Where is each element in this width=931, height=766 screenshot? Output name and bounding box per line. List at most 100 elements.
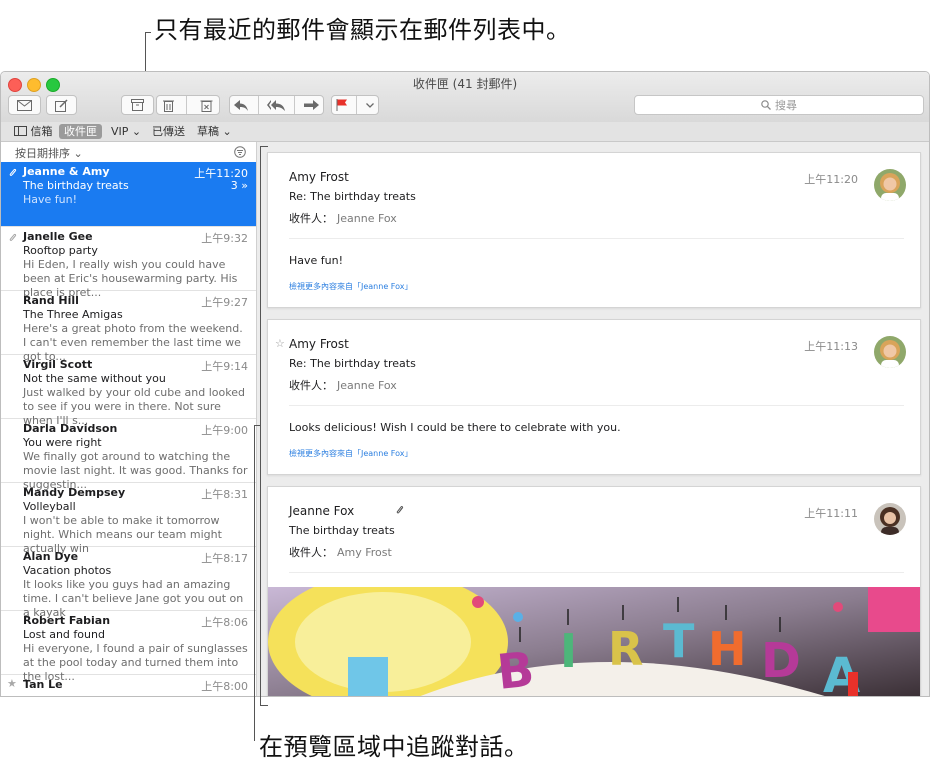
bracket-mid-tick <box>254 425 261 426</box>
conversation-recipient: 收件人： Amy Frost <box>289 544 392 560</box>
conversation-time: 上午11:11 <box>804 507 858 520</box>
fav-mailboxes[interactable]: 信箱 <box>9 124 58 139</box>
recipient-name: Jeanne Fox <box>337 212 397 225</box>
window-title: 收件匣 (41 封郵件) <box>412 77 518 91</box>
fav-vip[interactable]: VIP ⌄ <box>106 124 146 139</box>
message-subject: Not the same without you <box>23 372 166 385</box>
fav-sent[interactable]: 已傳送 <box>147 124 190 139</box>
sidebar-icon <box>14 126 27 136</box>
reply-icon[interactable] <box>234 99 249 111</box>
message-subject: Volleyball <box>23 500 76 513</box>
message-sender: Janelle Gee <box>23 230 93 243</box>
list-item[interactable]: Robert Fabian 上午8:06 Lost and found Hi e… <box>1 611 256 683</box>
fav-drafts-label: 草稿 <box>197 125 219 138</box>
list-item[interactable]: Darla Davidson 上午9:00 You were right We … <box>1 419 256 491</box>
reply-all-icon[interactable] <box>266 99 286 111</box>
conversation-message[interactable]: ☆ Amy Frost Re: The birthday treats 收件人：… <box>267 319 921 475</box>
list-item[interactable]: Jeanne & Amy 上午11:20 The birthday treats… <box>1 162 256 227</box>
list-item[interactable]: Janelle Gee 上午9:32 Rooftop party Hi Eden… <box>1 227 256 299</box>
conversation-body: Looks delicious! Wish I could be there t… <box>289 421 621 434</box>
list-item[interactable]: Virgil Scott 上午9:14 Not the same without… <box>1 355 256 427</box>
sort-menu[interactable]: 按日期排序 ⌄ <box>15 145 83 161</box>
list-item[interactable]: Rand Hill 上午9:27 The Three Amigas Here's… <box>1 291 256 363</box>
thread-count-badge: 3 » <box>230 179 248 192</box>
svg-text:T: T <box>663 614 695 668</box>
message-subject: Lost and found <box>23 628 105 641</box>
chevron-down-icon: ⌄ <box>222 125 232 138</box>
conversation-subject: Re: The birthday treats <box>289 190 416 203</box>
star-icon[interactable]: ☆ <box>275 337 285 350</box>
search-placeholder: 搜尋 <box>775 99 797 112</box>
view-more-link[interactable]: 檢視更多內容來自「Jeanne Fox」 <box>289 448 413 459</box>
fav-mailboxes-label: 信箱 <box>30 125 53 138</box>
title-bar: 收件匣 (41 封郵件) 搜尋 <box>1 72 929 123</box>
list-item[interactable]: ★ Tan Le 上午8:00 <box>1 675 256 696</box>
fav-inbox[interactable]: 收件匣 <box>59 124 102 139</box>
message-sender: Alan Dye <box>23 550 79 563</box>
paperclip-icon <box>396 506 404 514</box>
chevron-down-icon: ⌄ <box>73 147 83 160</box>
message-subject: You were right <box>23 436 102 449</box>
flag-button[interactable] <box>331 95 379 115</box>
avatar <box>874 169 906 201</box>
view-more-link[interactable]: 檢視更多內容來自「Jeanne Fox」 <box>289 281 413 292</box>
chevron-down-icon: ⌄ <box>131 125 142 138</box>
to-label: 收件人： <box>289 379 333 392</box>
recipient-name: Amy Frost <box>337 546 392 559</box>
chevron-down-icon <box>365 102 374 108</box>
avatar <box>874 503 906 535</box>
conversation-pane: Amy Frost Re: The birthday treats 收件人： Je… <box>257 142 929 696</box>
message-sender: Rand Hill <box>23 294 79 307</box>
search-field[interactable]: 搜尋 <box>634 95 924 115</box>
mail-window: 收件匣 (41 封郵件) 搜尋 信箱 收件匣 VIP ⌄ 已傳送 草稿 ⌄ 按日… <box>0 71 930 697</box>
conversation-message[interactable]: Jeanne Fox The birthday treats 收件人： Amy F… <box>267 486 921 696</box>
sort-label: 按日期排序 <box>15 147 70 160</box>
conversation-message[interactable]: Amy Frost Re: The birthday treats 收件人： Je… <box>267 152 921 308</box>
trash-junk-group <box>156 95 220 115</box>
segment-divider <box>257 96 259 114</box>
junk-icon[interactable] <box>200 99 213 112</box>
list-item[interactable]: Mandy Dempsey 上午8:31 Volleyball I won't … <box>1 483 256 555</box>
get-mail-button[interactable] <box>8 95 41 115</box>
favorites-bar: 信箱 收件匣 VIP ⌄ 已傳送 草稿 ⌄ <box>1 122 929 142</box>
search-icon <box>761 100 771 110</box>
callout-track-conversation: 在預覽區域中追蹤對話。 <box>259 733 529 761</box>
conversation-subject: Re: The birthday treats <box>289 357 416 370</box>
conversation-sender: Jeanne Fox <box>289 504 355 518</box>
birthday-photo: B I R T H D A <box>268 587 920 696</box>
conversation-time: 上午11:20 <box>804 173 858 186</box>
message-sender: Tan Le <box>23 678 63 691</box>
message-subject: Rooftop party <box>23 244 98 257</box>
forward-icon[interactable] <box>303 99 319 111</box>
list-item[interactable]: Alan Dye 上午8:17 Vacation photos It looks… <box>1 547 256 619</box>
segment-divider <box>186 96 188 114</box>
trash-icon[interactable] <box>163 99 175 112</box>
compose-button[interactable] <box>46 95 77 115</box>
fav-vip-label: VIP <box>111 125 129 138</box>
message-sender: Darla Davidson <box>23 422 118 435</box>
message-sender: Mandy Dempsey <box>23 486 126 499</box>
to-label: 收件人： <box>289 546 333 559</box>
message-sender: Virgil Scott <box>23 358 93 371</box>
svg-text:H: H <box>708 622 747 676</box>
message-subject: The Three Amigas <box>23 308 123 321</box>
archive-button[interactable] <box>121 95 154 115</box>
to-label: 收件人： <box>289 212 333 225</box>
archive-icon <box>131 99 144 111</box>
filter-icon[interactable] <box>234 146 246 158</box>
message-time: 上午9:32 <box>201 232 248 245</box>
segment-divider <box>294 96 296 114</box>
bracket-bottom-tick <box>260 705 268 706</box>
sort-bar: 按日期排序 ⌄ <box>1 142 256 162</box>
fav-drafts[interactable]: 草稿 ⌄ <box>192 124 237 139</box>
recipient-name: Jeanne Fox <box>337 379 397 392</box>
conversation-sender: Amy Frost <box>289 337 349 351</box>
bracket-top-tick <box>260 146 268 147</box>
svg-text:R: R <box>608 622 643 676</box>
leader-tick-top <box>145 32 151 33</box>
message-time: 上午9:00 <box>201 424 248 437</box>
header-divider <box>289 405 904 406</box>
message-subject: Vacation photos <box>23 564 112 577</box>
avatar <box>874 336 906 368</box>
message-list: 按日期排序 ⌄ Jeanne & Amy 上午11:20 The birthda… <box>1 142 257 696</box>
